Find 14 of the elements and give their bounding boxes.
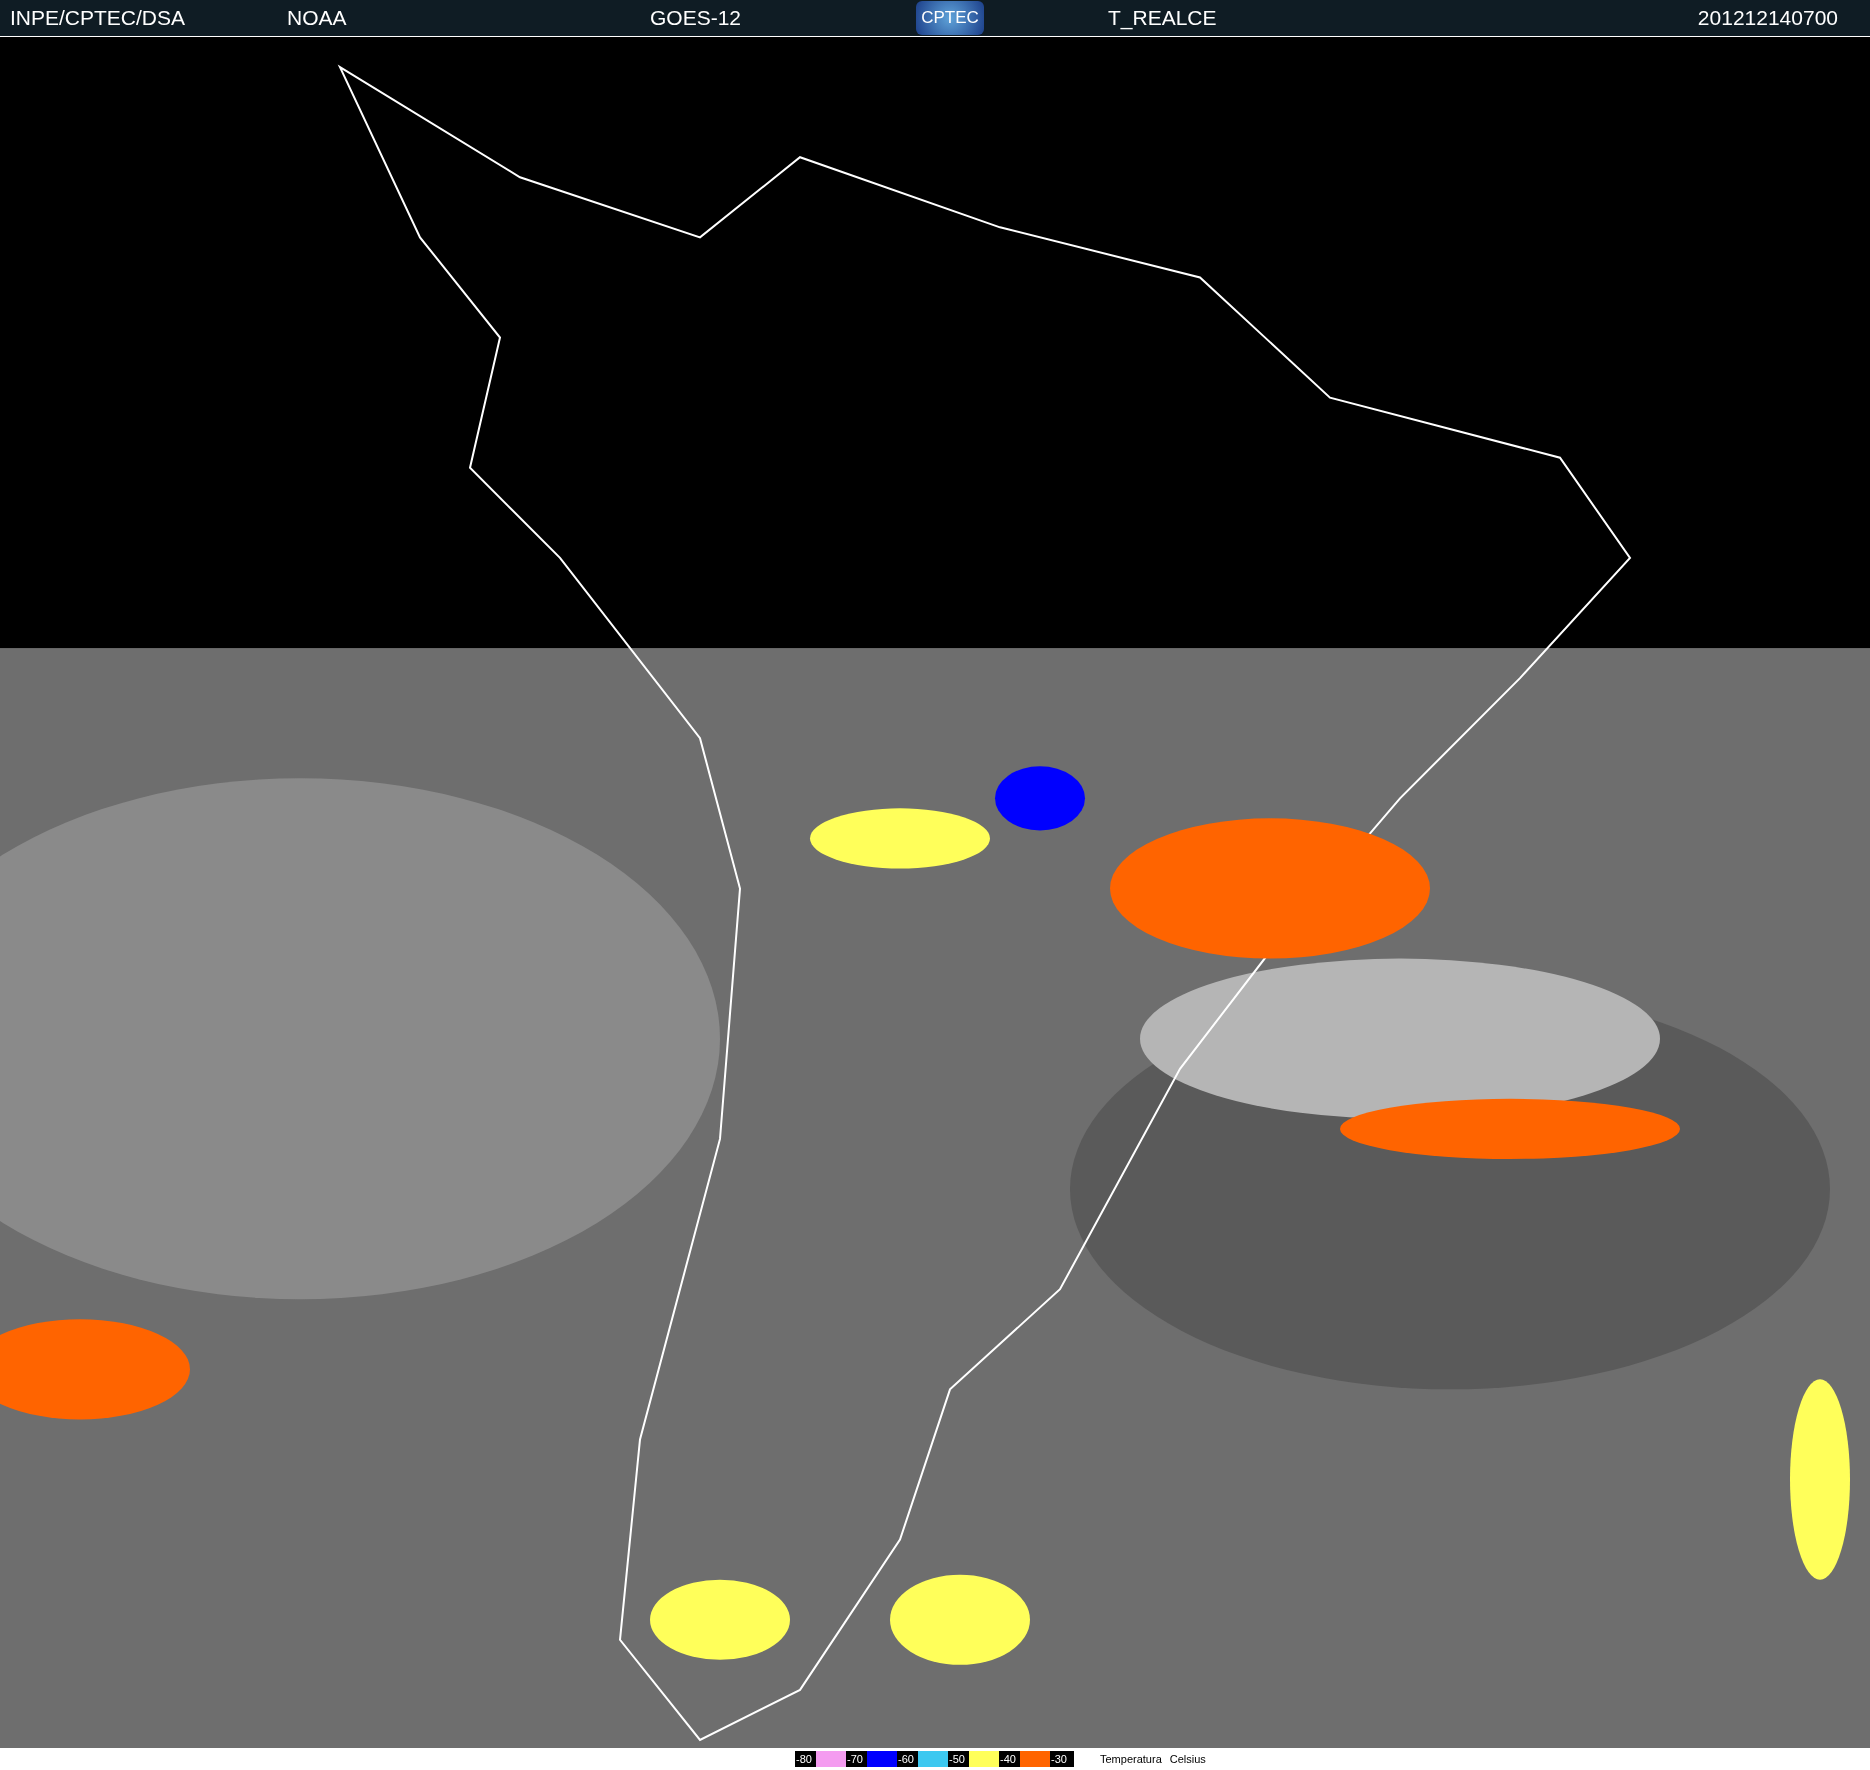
legend-value: -40 [999,1751,1020,1767]
product-label: T_REALCE [1108,5,1217,32]
legend-unit: Celsius [1169,1751,1206,1767]
source-label: INPE/CPTEC/DSA [10,5,187,32]
legend-value: -70 [846,1751,867,1767]
legend-value: -80 [795,1751,816,1767]
timestamp-label: 201212140700 [1697,5,1838,32]
satellite-label: GOES-12 [650,5,743,32]
legend-value: -30 [1050,1751,1074,1767]
legend-value: -50 [948,1751,969,1767]
agency-label: NOAA [287,5,348,32]
legend-value: -60 [897,1751,918,1767]
cptec-logo: CPTEC [916,1,984,35]
legend-title: Temperatura [1100,1751,1162,1767]
